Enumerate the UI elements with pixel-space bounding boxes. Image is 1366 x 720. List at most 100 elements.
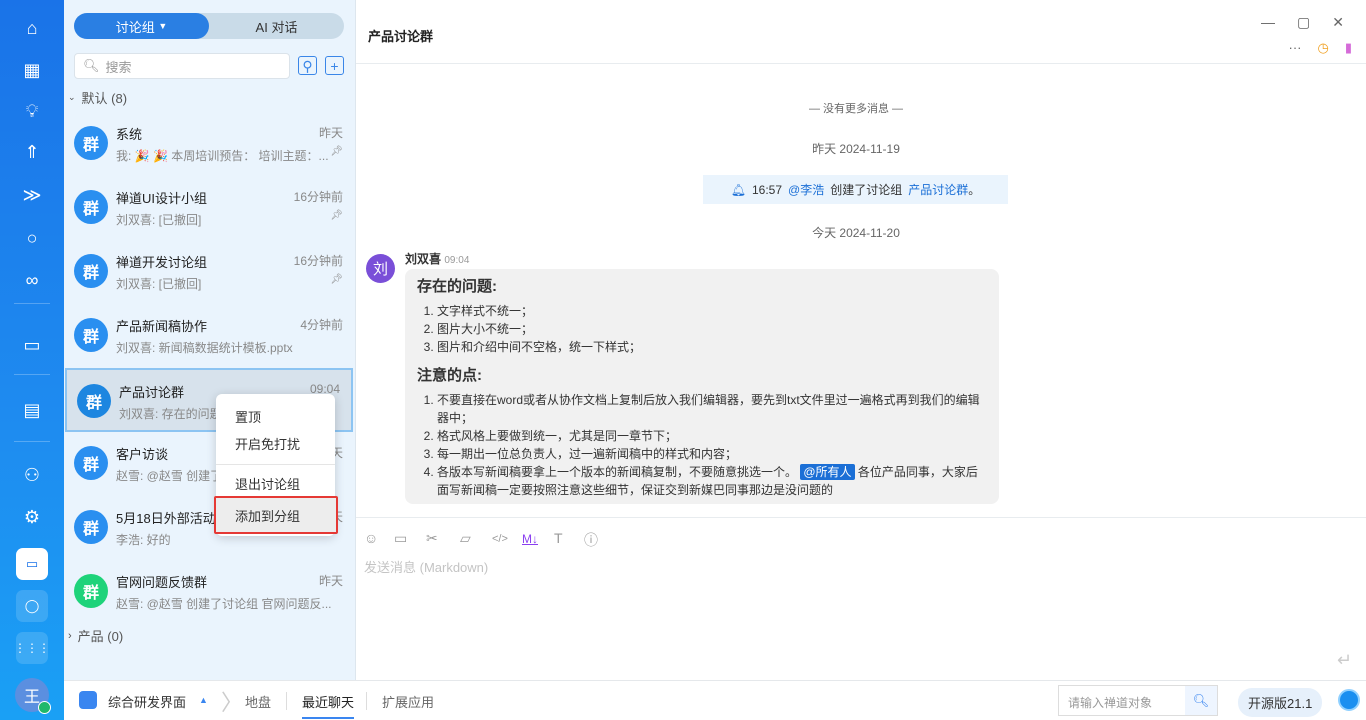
presentation-icon[interactable]: ▭ [17,330,47,360]
group-avatar: 群 [74,254,108,288]
chat-preview: 赵雪: @赵雪 创建了讨论组 官网问题反... [116,597,332,611]
chat-name: 官网问题反馈群 [116,575,208,590]
sidebar-toggle-icon[interactable]: ▮ [1345,40,1352,56]
sender-avatar[interactable]: 刘 [366,254,395,283]
bottom-bar: 综合研发界面 ▲ 〉 地盘 最近聊天 扩展应用 请输入禅道对象 🔍︎ 开源版21… [64,680,1366,720]
pin-icon: 📌︎ [330,210,343,221]
crumb-recent-chat[interactable]: 最近聊天 [302,692,355,719]
search-icon: 🔍︎ [83,58,100,73]
group-label: 默认 (8) [81,91,128,106]
minimize-icon[interactable]: — [1261,14,1275,31]
list-item[interactable]: 群 禅道开发讨论组 16分钟前 刘双喜: [已撤回] 📌︎ [64,240,354,304]
divider [356,63,1366,64]
group-avatar: 群 [74,510,108,544]
page-title: 产品讨论群 [368,29,434,44]
context-menu: 置顶 开启免打扰 退出讨论组 添加到分组 [214,394,338,536]
group-label: 产品 (0) [77,629,124,644]
folder-icon[interactable]: ▱ [460,530,471,547]
app-switcher[interactable]: 综合研发界面 [108,692,186,711]
group-link[interactable]: 产品讨论群 [908,181,968,198]
bell-icon: 🔔︎ [730,182,746,197]
bulb-icon[interactable]: 💡︎ [17,96,47,126]
apps-icon[interactable]: ⋮⋮⋮ [14,632,50,664]
search-icon[interactable]: 🔍︎ [1185,686,1217,715]
caret-up-icon[interactable]: ▲ [199,695,208,705]
search-placeholder: 搜索 [105,59,132,75]
chat-name: 禅道开发讨论组 [116,255,208,270]
help-icon[interactable]: ⓘ [584,530,598,550]
chat-list-panel: 讨论组 ▼ AI 对话 🔍︎ 搜索 ⚲ + ⌄ 默认 (8) 群 系统 昨天 我: … [64,0,356,680]
chat-time: 昨天 [318,574,343,588]
chat-preview: 刘双喜: [已撤回] [116,277,202,291]
date-divider: 今天 2024-11-20 [812,226,900,240]
chat-icon[interactable]: ▭ [16,548,48,580]
user-icon[interactable]: ◯ [16,590,48,622]
home-icon[interactable]: ⌂ [17,13,47,43]
chat-time: 4分钟前 [300,318,343,332]
mention-all[interactable]: @所有人 [800,464,855,480]
search-input[interactable]: 🔍︎ 搜索 [74,53,290,79]
chat-name: 产品讨论群 [119,385,185,400]
send-icon[interactable]: ↵ [1337,650,1352,671]
object-search-input[interactable]: 请输入禅道对象 [1059,686,1185,715]
tab-ai-chat[interactable]: AI 对话 [209,13,344,39]
close-icon[interactable]: ✕ [1332,14,1344,31]
no-more-messages: — 没有更多消息 — [808,103,904,115]
more-icon[interactable]: ··· [1289,40,1302,56]
infinity-icon[interactable]: ∞ [17,265,47,295]
list-item: 格式风格上要做到统一，尤其是同一章节下； [437,427,987,445]
rocket-icon[interactable]: ⇑ [17,137,47,167]
text-size-icon[interactable]: T [554,530,563,546]
version-badge[interactable]: 开源版21.1 [1238,688,1323,717]
menu-item-pin[interactable]: 置顶 [216,402,335,430]
markdown-icon[interactable]: M↓ [522,532,538,546]
chat-main: 产品讨论群 — ▢ ✕ ··· ◷ ▮ — 没有更多消息 — 昨天 2024-11-19… [356,0,1366,680]
search-icon[interactable]: ○ [17,223,47,253]
sprint-icon[interactable]: ≫ [17,180,47,210]
list-item[interactable]: 群 产品新闻稿协作 4分钟前 刘双喜: 新闻稿数据统计模板.pptx [64,304,354,368]
list-item: 图片大小不统一； [437,320,987,338]
chat-preview: 我: 🎉 🎉 本周培训预告： 培训主题：... [116,149,329,163]
group-avatar: 群 [74,126,108,160]
date-divider: 昨天 2024-11-19 [812,142,900,156]
code-icon[interactable]: </> [492,533,508,545]
chevron-down-icon: ⌄ [68,92,76,102]
list-tabs: 讨论组 ▼ AI 对话 [74,13,344,39]
app-icon [79,691,97,709]
notice-end: 。 [968,183,981,197]
crumb-dashboard[interactable]: 地盘 [245,692,271,711]
users-icon[interactable]: ⚇ [17,460,47,490]
mention-link[interactable]: @李浩 [788,181,824,198]
menu-item-add-to-group[interactable]: 添加到分组 [214,496,338,534]
contacts-icon[interactable]: ⚲ [298,56,317,75]
image-icon[interactable]: ▭ [394,530,407,547]
tab-discussion[interactable]: 讨论组 ▼ [74,13,209,39]
message-heading: 存在的问题: [417,278,497,295]
list-item[interactable]: 群 系统 昨天 我: 🎉 🎉 本周培训预告： 培训主题：... 📌︎ [64,112,354,176]
emoji-icon[interactable]: ☺ [364,530,378,546]
menu-item-leave[interactable]: 退出讨论组 [216,469,335,497]
maximize-icon[interactable]: ▢ [1297,14,1310,31]
pin-icon: 📌︎ [330,146,343,157]
chat-preview: 刘双喜: [已撤回] [116,213,202,227]
history-icon[interactable]: ◷ [1318,40,1329,56]
group-avatar: 群 [77,384,111,418]
grid-icon[interactable]: ▦ [17,55,47,85]
divider [356,517,1366,518]
zentao-logo-icon[interactable] [1338,689,1360,711]
message-heading: 注意的点: [417,367,482,384]
group-product[interactable]: › 产品 (0) [68,626,123,645]
gear-icon[interactable]: ⚙ [17,502,47,532]
list-item[interactable]: 群 禅道UI设计小组 16分钟前 刘双喜: [已撤回] 📌︎ [64,176,354,240]
message-input[interactable]: 发送消息 (Markdown) [364,557,488,576]
scissors-icon[interactable]: ✂ [426,530,438,547]
list-item[interactable]: 群 官网问题反馈群 昨天 赵雪: @赵雪 创建了讨论组 官网问题反... [64,560,354,624]
group-default[interactable]: ⌄ 默认 (8) [68,88,127,107]
add-icon[interactable]: + [325,56,344,75]
group-avatar: 群 [74,574,108,608]
crumb-extensions[interactable]: 扩展应用 [382,692,434,711]
chat-time: 16分钟前 [293,190,343,204]
document-icon[interactable]: ▤ [17,395,47,425]
notice-text: 创建了讨论组 [830,183,903,197]
menu-item-mute[interactable]: 开启免打扰 [216,429,335,457]
